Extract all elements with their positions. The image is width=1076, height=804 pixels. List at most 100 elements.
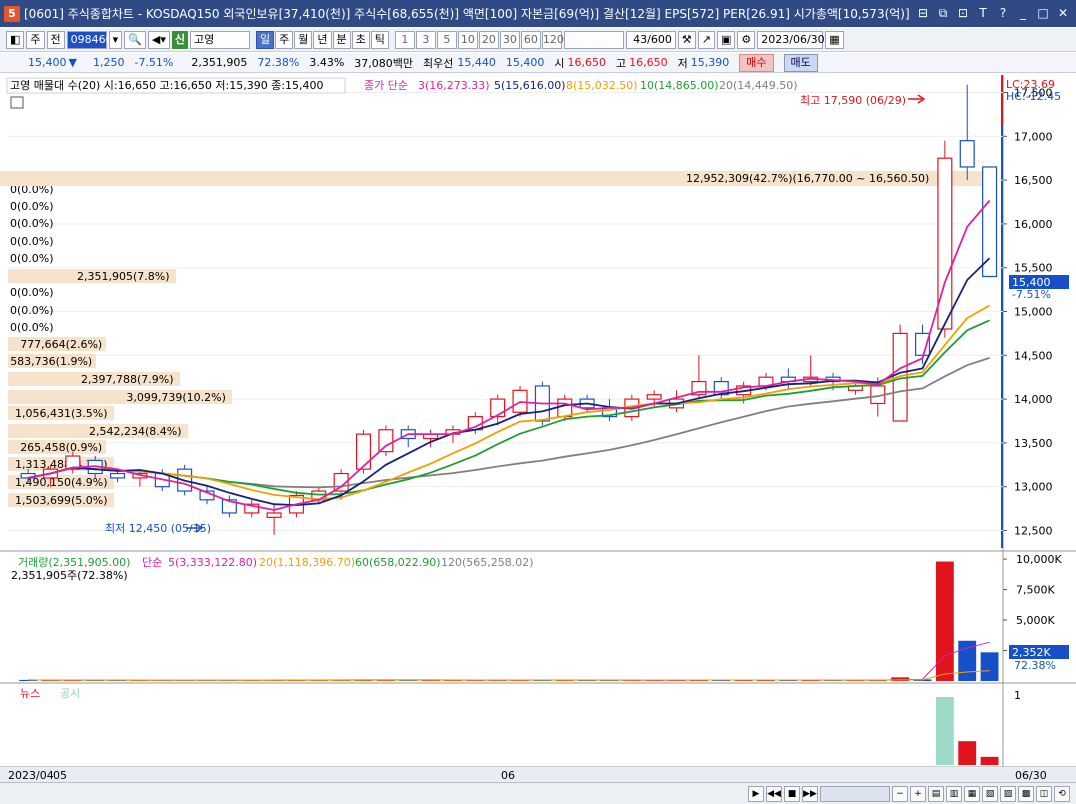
price-axis: 17,50017,00016,50016,00015,50015,00014,5… <box>1003 87 1053 537</box>
tab-period-4[interactable]: 분 <box>332 30 351 49</box>
ma10-legend: 10(14,865.00) <box>640 79 719 92</box>
tools-icon[interactable]: ⚒ <box>677 30 696 49</box>
mode-select[interactable]: 주 <box>26 30 45 49</box>
tab-period-0[interactable]: 일 <box>256 30 275 49</box>
play-icon[interactable]: ▶ <box>748 785 764 802</box>
interval-button-120[interactable]: 120 <box>541 30 564 49</box>
tab-period-3[interactable]: 년 <box>313 30 332 49</box>
font-icon[interactable]: T <box>976 6 990 21</box>
profile-label-6: 0(0.0%) <box>10 286 54 299</box>
profile-label-8: 0(0.0%) <box>10 321 54 334</box>
low-price: 15,390 <box>690 56 730 69</box>
stock-code-input[interactable]: 098460 <box>66 30 113 49</box>
price-tick-label-9: 13,000 <box>1014 481 1053 494</box>
bar-count-field[interactable]: 43/600 <box>625 30 676 49</box>
date-field[interactable]: 2023/06/30 <box>757 30 825 49</box>
interval-button-1[interactable]: 1 <box>394 30 415 49</box>
stock-chart[interactable]: 0(0.0%) 0(0.0%) 0(0.0%) 0(0.0%) 0(0.0%) 2,351… <box>0 75 1076 782</box>
layout-c-icon[interactable]: ▦ <box>964 785 980 802</box>
quote-bar: 15,400 ▼ 1,250 -7.51% 2,351,905 72.38% 3… <box>0 53 1076 73</box>
minimize-icon[interactable]: _ <box>1016 6 1030 21</box>
search-icon[interactable]: 🔍 <box>124 30 146 49</box>
maximize-icon[interactable]: □ <box>1036 6 1050 21</box>
profile-label-2: 0(0.0%) <box>10 217 54 230</box>
down-arrow-icon: ▼ <box>68 56 77 69</box>
candlesticks[interactable] <box>20 84 998 535</box>
layout-a-icon[interactable]: ▤ <box>928 785 944 802</box>
help-icon[interactable]: ? <box>996 6 1010 21</box>
interval-button-30[interactable]: 30 <box>499 30 520 49</box>
news-bar-43[interactable] <box>980 756 999 765</box>
sound-icon[interactable]: ◀▾ <box>147 30 170 49</box>
layout-b-icon[interactable]: ▥ <box>946 785 962 802</box>
chart-area[interactable]: 0(0.0%) 0(0.0%) 0(0.0%) 0(0.0%) 0(0.0%) 2,351… <box>0 75 1076 790</box>
settings-icon[interactable]: ⚙ <box>737 30 756 49</box>
volume-bar-42[interactable] <box>958 640 977 681</box>
tile-icon[interactable]: ⧉ <box>936 6 950 21</box>
profile-label-5: 2,351,905(7.8%) <box>77 270 170 283</box>
restore-icon[interactable]: ⊟ <box>916 6 930 21</box>
forward-icon[interactable]: ▶▶ <box>802 785 818 802</box>
tab-period-5[interactable]: 초 <box>351 30 370 49</box>
profile-label-15: 265,458(0.9%) <box>20 441 102 454</box>
candle-body-28[interactable] <box>646 394 662 400</box>
interval-button-5[interactable]: 5 <box>436 30 457 49</box>
price-tick-label-6: 14,500 <box>1014 349 1053 362</box>
moving-averages <box>27 94 991 533</box>
ask-price: 15,440 <box>457 56 496 69</box>
layout-icon[interactable]: ◧ <box>6 30 25 49</box>
candle-body-21[interactable] <box>490 398 506 418</box>
volume-bar-41[interactable] <box>935 561 954 681</box>
disclosure-bar-41[interactable] <box>935 697 954 765</box>
interval-button-10[interactable]: 10 <box>457 30 478 49</box>
interval-combo[interactable] <box>563 30 624 49</box>
x-axis-bg <box>0 767 1076 782</box>
layout-d-icon[interactable]: ▧ <box>982 785 998 802</box>
calendar-icon[interactable]: ▦ <box>825 30 844 49</box>
rewind-icon[interactable]: ◀◀ <box>766 785 782 802</box>
buy-button[interactable]: 매수 <box>739 53 774 72</box>
tab-period-6[interactable]: 틱 <box>370 30 389 49</box>
news-bar-42[interactable] <box>958 741 977 765</box>
candle-body-42[interactable] <box>959 140 975 168</box>
drawing-icon[interactable]: ↗ <box>697 30 715 49</box>
news-bars[interactable] <box>935 697 999 765</box>
tab-period-2[interactable]: 월 <box>294 30 313 49</box>
horizontal-scrollbar[interactable]: ▶ ◀◀ ■ ▶▶ − + ▤ ▥ ▦ ▧ ▨ ▩ ◫ ⟲ <box>0 782 1076 804</box>
stop-icon[interactable]: ■ <box>784 785 800 802</box>
zoom-in-icon[interactable]: + <box>910 785 926 802</box>
chart-reset-icon[interactable]: ⟲ <box>1054 785 1070 802</box>
save-icon[interactable]: ▣ <box>716 30 736 49</box>
candle-body-11[interactable] <box>266 512 282 518</box>
grid-toggle-icon[interactable] <box>10 96 24 109</box>
interval-button-20[interactable]: 20 <box>478 30 499 49</box>
turnover: 3.43% <box>309 56 345 69</box>
close-icon[interactable]: ✕ <box>1056 6 1070 21</box>
candle-body-16[interactable] <box>378 429 394 453</box>
candle-body-43[interactable] <box>982 166 998 278</box>
dropdown-icon[interactable]: ▾ <box>108 30 123 49</box>
link-icon[interactable]: ⊡ <box>956 6 970 21</box>
prefix-select[interactable]: 전 <box>46 30 65 49</box>
zoom-out-icon[interactable]: − <box>892 785 908 802</box>
sell-button[interactable]: 매도 <box>783 53 818 72</box>
price-tick-label-8: 13,500 <box>1014 437 1053 450</box>
price-tick-label-2: 16,500 <box>1014 174 1053 187</box>
credit-badge: 신 <box>171 30 188 49</box>
candle-body-15[interactable] <box>355 433 372 470</box>
candle-body-41[interactable] <box>937 157 953 330</box>
interval-button-60[interactable]: 60 <box>520 30 541 49</box>
volume-tag-pct: 72.38% <box>1014 659 1056 672</box>
tab-period-1[interactable]: 주 <box>275 30 294 49</box>
volume-bar-43[interactable] <box>980 652 999 681</box>
candle-body-24[interactable] <box>557 398 573 418</box>
candle-body-4[interactable] <box>110 472 126 479</box>
layout-e-icon[interactable]: ▨ <box>1000 785 1016 802</box>
layout-g-icon[interactable]: ◫ <box>1036 785 1052 802</box>
volume-tick-label-1: 7,500K <box>1016 584 1055 597</box>
layout-f-icon[interactable]: ▩ <box>1018 785 1034 802</box>
volume-bars[interactable]: 10,000K7,500K5,000K2,500K <box>19 553 1062 681</box>
price-legend-name: 고영 매물대 수(20) 시:16,650 고:16,650 저:15,390 … <box>10 79 324 92</box>
interval-button-3[interactable]: 3 <box>415 30 436 49</box>
zoom-slider[interactable] <box>820 785 890 802</box>
